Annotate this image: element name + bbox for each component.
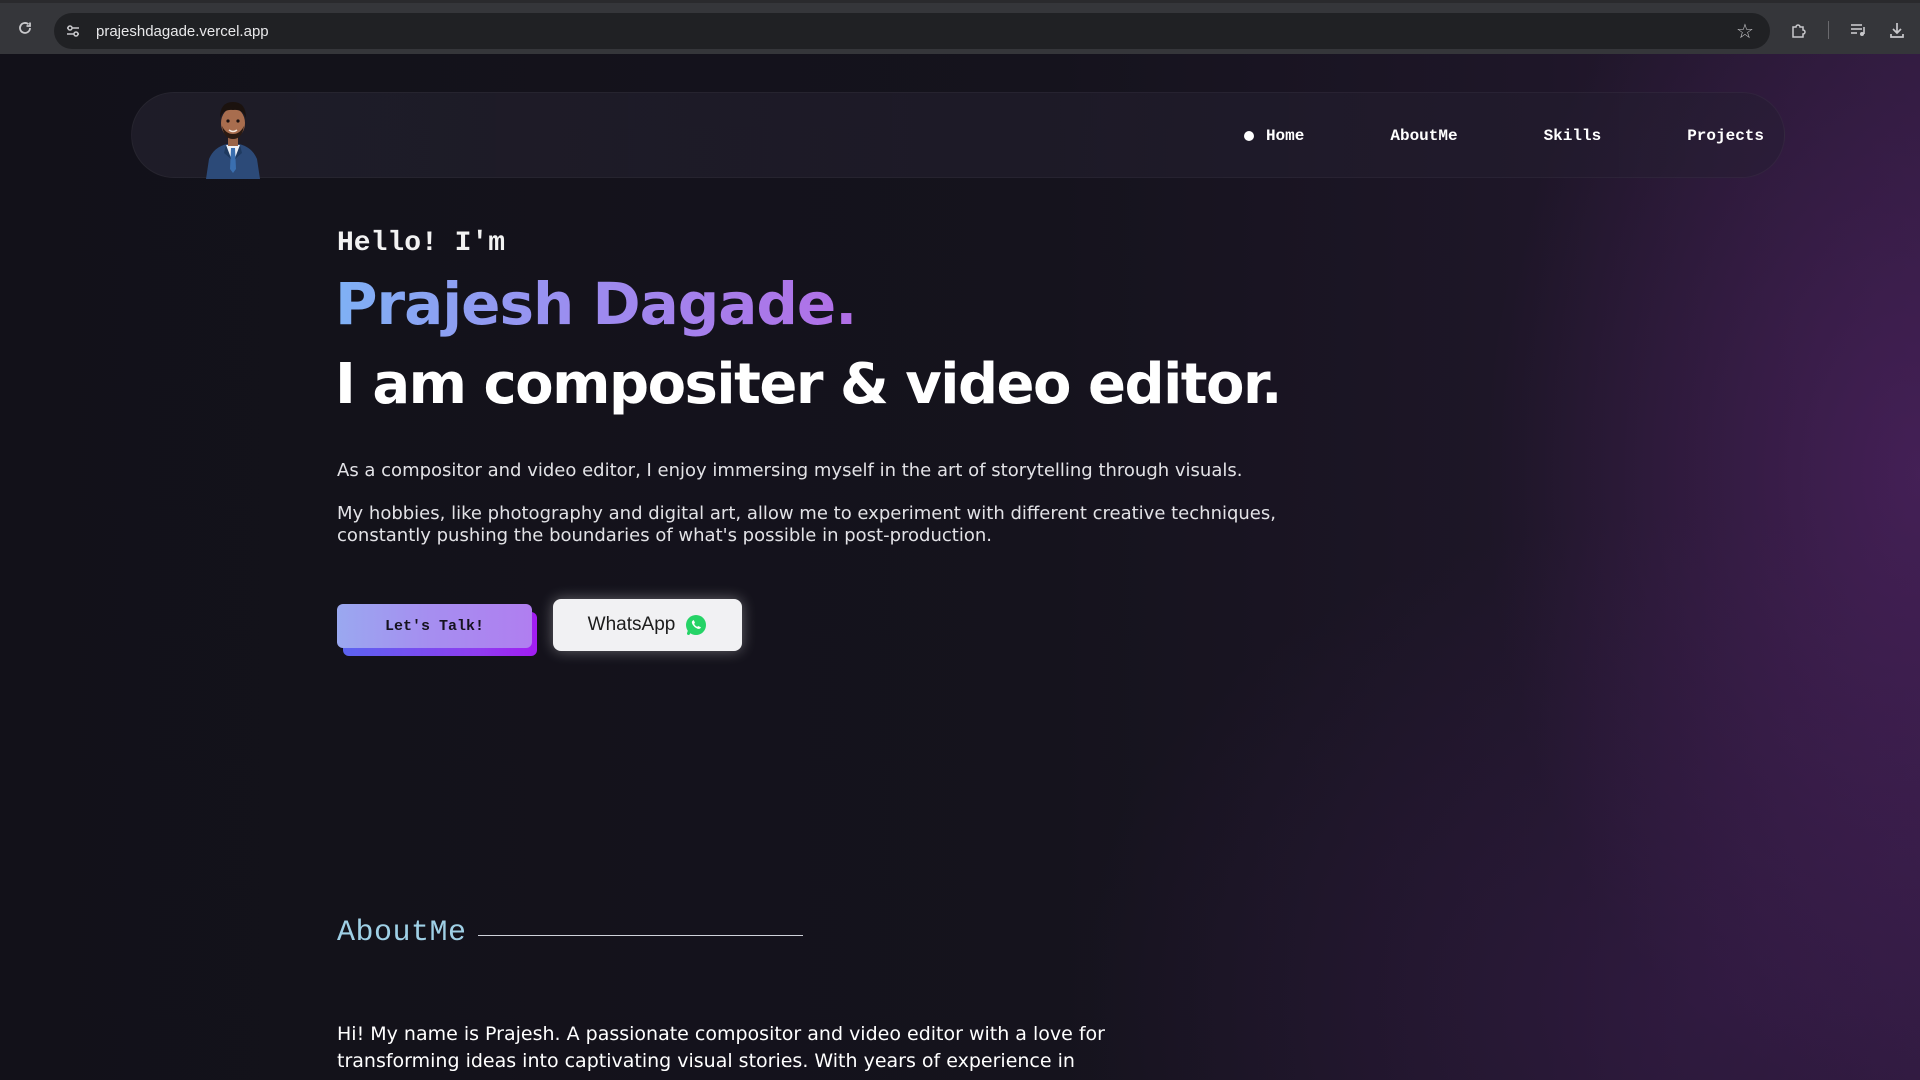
site-info-icon[interactable]	[58, 16, 88, 46]
active-indicator-dot	[1243, 131, 1254, 141]
avatar[interactable]	[200, 93, 266, 179]
browser-toolbar: prajeshdagade.vercel.app ☆	[0, 0, 1920, 54]
nav-links: Home AboutMe Skills Projects	[1158, 93, 1764, 179]
puzzle-icon[interactable]	[1786, 17, 1812, 43]
whatsapp-button-label: WhatsApp	[587, 614, 676, 635]
nav-aboutme[interactable]: AboutMe	[1390, 127, 1457, 145]
nav-home[interactable]: Home	[1243, 127, 1305, 145]
section-divider-line	[478, 935, 803, 936]
aboutme-section-title: AboutMe	[337, 916, 467, 950]
download-icon[interactable]	[1884, 17, 1910, 43]
whatsapp-button[interactable]: WhatsApp	[553, 599, 742, 651]
hero-greeting: Hello! I'm	[337, 228, 506, 259]
reload-icon[interactable]	[12, 15, 38, 41]
hero-name: Prajesh Dagade.	[335, 270, 857, 338]
aboutme-text: Hi! My name is Prajesh. A passionate com…	[337, 1023, 1105, 1080]
lets-talk-button-group: Let's Talk!	[337, 604, 539, 660]
navbar: Home AboutMe Skills Projects	[131, 92, 1785, 179]
url-text[interactable]: prajeshdagade.vercel.app	[96, 23, 269, 40]
media-control-icon[interactable]	[1845, 17, 1871, 43]
nav-skills[interactable]: Skills	[1544, 127, 1602, 145]
nav-home-label: Home	[1265, 127, 1305, 145]
hero-tagline: I am compositer & video editor.	[335, 352, 1282, 417]
hero-paragraph-2: My hobbies, like photography and digital…	[337, 503, 1276, 546]
hero-paragraph-1: As a compositor and video editor, I enjo…	[337, 460, 1243, 481]
nav-skills-label: Skills	[1543, 127, 1602, 145]
star-icon[interactable]: ☆	[1732, 18, 1758, 44]
nav-projects[interactable]: Projects	[1687, 127, 1764, 145]
address-bar[interactable]: prajeshdagade.vercel.app ☆	[54, 13, 1770, 49]
lets-talk-button[interactable]: Let's Talk!	[337, 604, 532, 648]
page-content: Home AboutMe Skills Projects Hello! I'm …	[0, 54, 1920, 1080]
whatsapp-icon	[686, 615, 707, 635]
nav-projects-label: Projects	[1687, 127, 1764, 145]
toolbar-divider	[1828, 21, 1829, 39]
nav-aboutme-label: AboutMe	[1390, 127, 1458, 145]
